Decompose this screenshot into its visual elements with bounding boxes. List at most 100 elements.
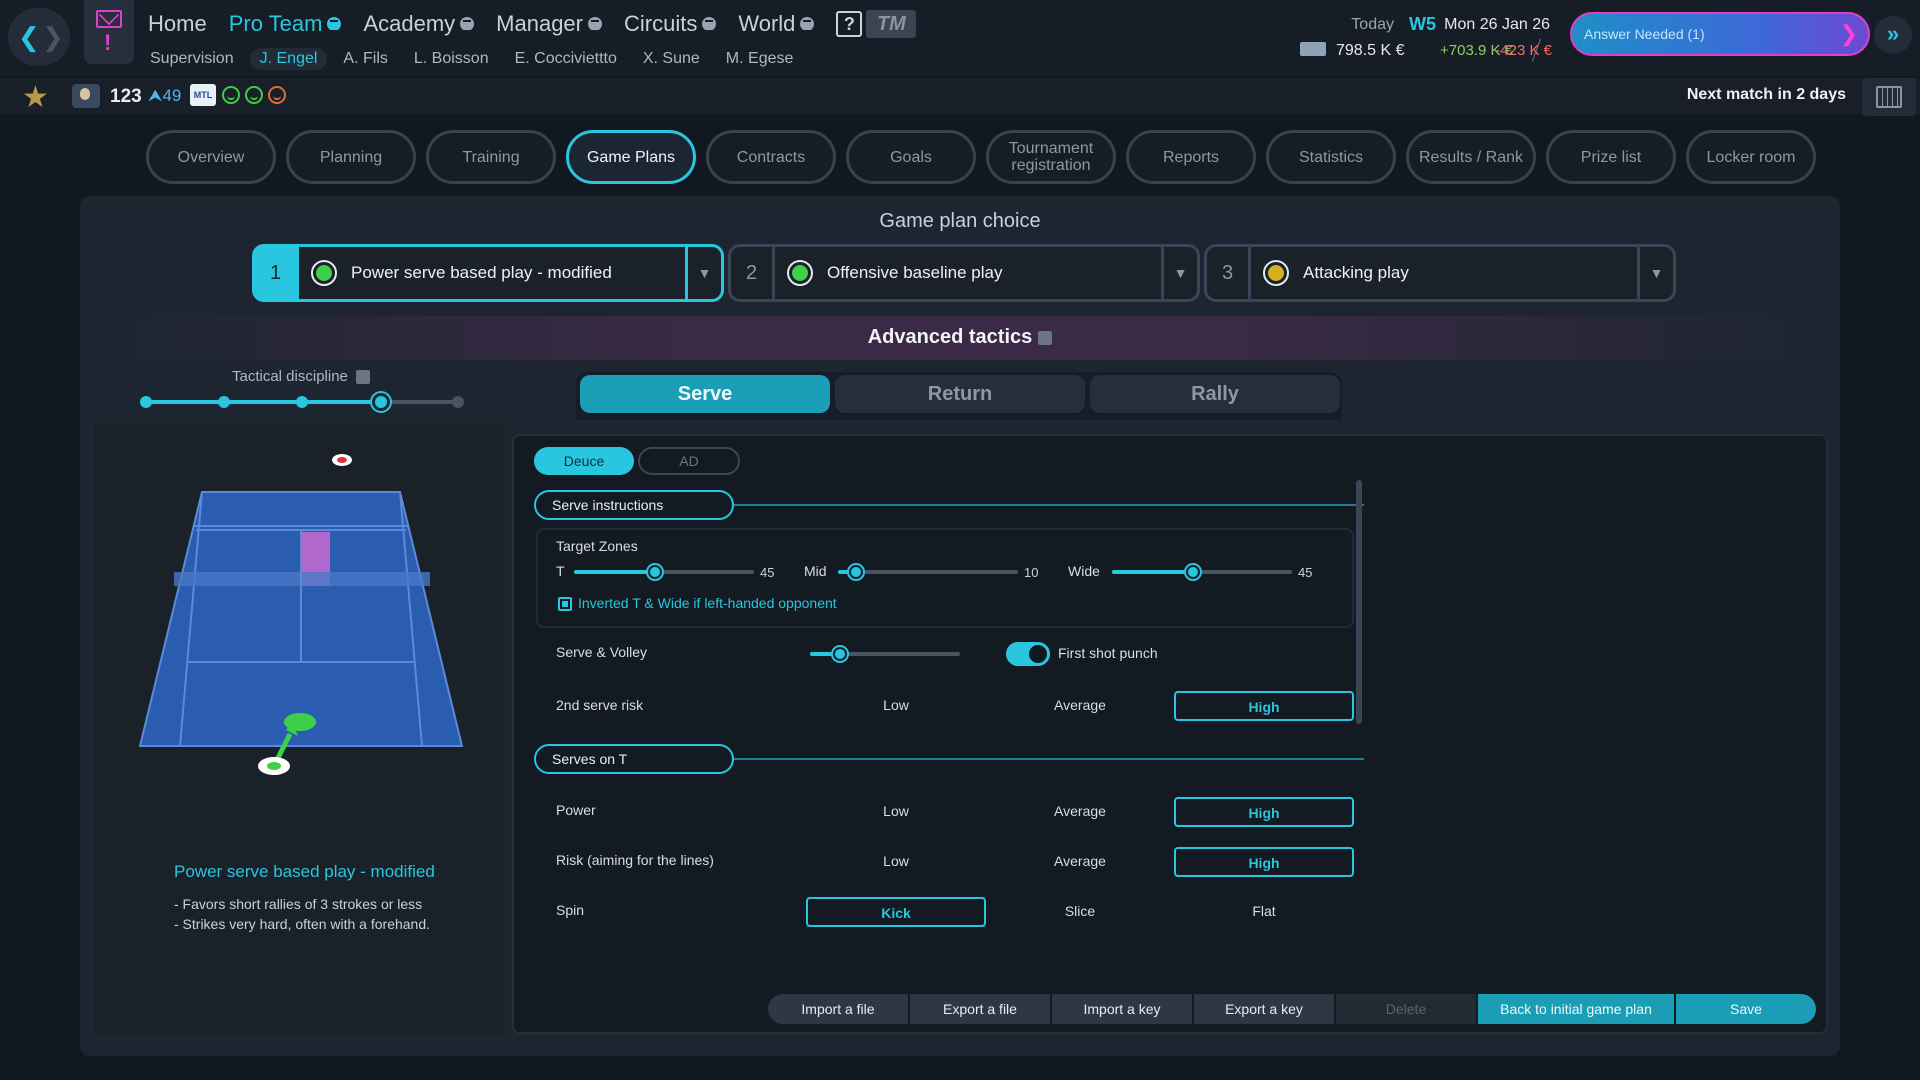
mailbox-button[interactable]: ! [84,0,134,64]
spin-slice[interactable]: Slice [990,897,1170,927]
import-file-button[interactable]: Import a file [768,994,908,1024]
tab-statistics[interactable]: Statistics [1266,130,1396,184]
inverted-label[interactable]: Inverted T & Wide if left-handed opponen… [578,595,837,611]
tab-prize-list[interactable]: Prize list [1546,130,1676,184]
nav-pro-team-label: Pro Team [228,11,323,36]
arrow-up-icon: ⮝ [148,86,163,105]
tab-results-rank[interactable]: Results / Rank [1406,130,1536,184]
tab-tournament-registration[interactable]: Tournament registration [986,130,1116,184]
subnav-player-engel[interactable]: J. Engel [249,48,328,70]
next-match-label: Next match in 2 days [1686,86,1846,103]
spin-flat[interactable]: Flat [1174,897,1354,927]
nav-circuits[interactable]: Circuits [624,11,717,37]
delete-button[interactable]: Delete [1336,994,1476,1024]
subnav-player-egese[interactable]: M. Egese [716,48,804,70]
nav-world[interactable]: World [738,11,815,37]
zone-mid-slider[interactable] [838,564,1018,580]
game-plan-title: Game plan choice [879,210,1041,232]
forward-arrow-icon[interactable]: ❯ [42,22,64,53]
ad-toggle[interactable]: AD [638,447,740,475]
nav-world-label: World [738,11,796,36]
serves-on-t-header[interactable]: Serves on T [534,744,734,774]
deuce-toggle[interactable]: Deuce [534,447,634,475]
slider-step[interactable] [452,396,464,408]
power-high[interactable]: High [1174,797,1354,827]
discipline-slider-knob[interactable] [372,393,390,411]
tab-contracts[interactable]: Contracts [706,130,836,184]
help-icon[interactable]: ? [836,11,863,37]
menu-icon [460,17,475,32]
slider-step[interactable] [218,396,230,408]
history-nav[interactable]: ❮ ❯ [8,8,70,66]
slider-knob[interactable] [849,565,863,579]
inverted-checkbox[interactable] [558,597,572,611]
tab-locker-room[interactable]: Locker room [1686,130,1816,184]
nav-pro-team[interactable]: Pro Team [229,11,342,37]
info-icon[interactable] [1038,330,1053,345]
balance-value: 798.5 K € [1336,42,1405,59]
scrollbar[interactable] [1356,480,1362,724]
star-icon[interactable]: ★ [22,80,49,115]
nav-manager[interactable]: Manager [496,11,602,37]
subnav-player-sune[interactable]: X. Sune [633,48,710,70]
slot-label: Offensive baseline play [827,263,1003,282]
ranking-change: ⮝49 [148,86,181,106]
tab-return[interactable]: Return [835,375,1085,413]
second-serve-low[interactable]: Low [806,691,986,721]
slider-step[interactable] [140,396,152,408]
second-serve-high[interactable]: High [1174,691,1354,721]
slider-step[interactable] [296,396,308,408]
dropdown-arrow-icon[interactable]: ▼ [1161,247,1197,299]
spin-kick[interactable]: Kick [806,897,986,927]
export-file-button[interactable]: Export a file [910,994,1050,1024]
dropdown-arrow-icon[interactable]: ▼ [685,247,721,299]
back-to-initial-button[interactable]: Back to initial game plan [1478,994,1674,1024]
game-plan-slot-2[interactable]: 2 Offensive baseline play ▼ [728,244,1200,302]
risk-average[interactable]: Average [990,847,1170,877]
slot-label: Power serve based play - modified [351,263,612,282]
subnav-player-boisson[interactable]: L. Boisson [404,48,499,70]
power-low[interactable]: Low [806,797,986,827]
serve-volley-slider[interactable] [810,646,960,662]
import-key-button[interactable]: Import a key [1052,994,1192,1024]
tab-game-plans[interactable]: Game Plans [566,130,696,184]
serve-instructions-header[interactable]: Serve instructions [534,490,734,520]
game-plan-slot-3[interactable]: 3 Attacking play ▼ [1204,244,1676,302]
subnav-player-cocciviettto[interactable]: E. Cocciviettto [505,48,627,70]
tab-reports[interactable]: Reports [1126,130,1256,184]
save-button[interactable]: Save [1676,994,1816,1024]
tab-overview[interactable]: Overview [146,130,276,184]
risk-low[interactable]: Low [806,847,986,877]
slider-knob[interactable] [833,647,847,661]
dropdown-arrow-icon[interactable]: ▼ [1637,247,1673,299]
second-serve-average[interactable]: Average [990,691,1170,721]
back-arrow-icon[interactable]: ❮ [18,22,40,53]
power-average[interactable]: Average [990,797,1170,827]
tab-training[interactable]: Training [426,130,556,184]
tab-planning[interactable]: Planning [286,130,416,184]
zone-t-value: 45 [760,565,775,580]
menu-icon [327,17,342,32]
game-plan-slot-1[interactable]: 1 Power serve based play - modified ▼ [252,244,724,302]
discipline-slider-fill [146,400,380,404]
slider-knob[interactable] [1186,565,1200,579]
fast-forward-icon[interactable]: » [1874,16,1912,54]
first-shot-punch-toggle[interactable] [1006,642,1050,666]
tab-rally[interactable]: Rally [1090,375,1340,413]
subnav-player-fils[interactable]: A. Fils [333,48,397,70]
info-icon[interactable] [356,370,370,384]
nav-academy[interactable]: Academy [363,11,475,37]
zone-t-slider[interactable] [574,564,754,580]
player-avatar[interactable] [72,84,100,108]
calendar-button[interactable] [1862,78,1916,116]
risk-high[interactable]: High [1174,847,1354,877]
nav-home[interactable]: Home [148,11,207,37]
answer-needed-button[interactable]: Answer Needed (1) ❯ [1570,12,1870,56]
subnav-supervision[interactable]: Supervision [140,48,244,70]
tab-goals[interactable]: Goals [846,130,976,184]
tab-serve[interactable]: Serve [580,375,830,413]
export-key-button[interactable]: Export a key [1194,994,1334,1024]
zone-wide-slider[interactable] [1112,564,1292,580]
slider-knob[interactable] [648,565,662,579]
slider-track[interactable] [838,570,1018,574]
